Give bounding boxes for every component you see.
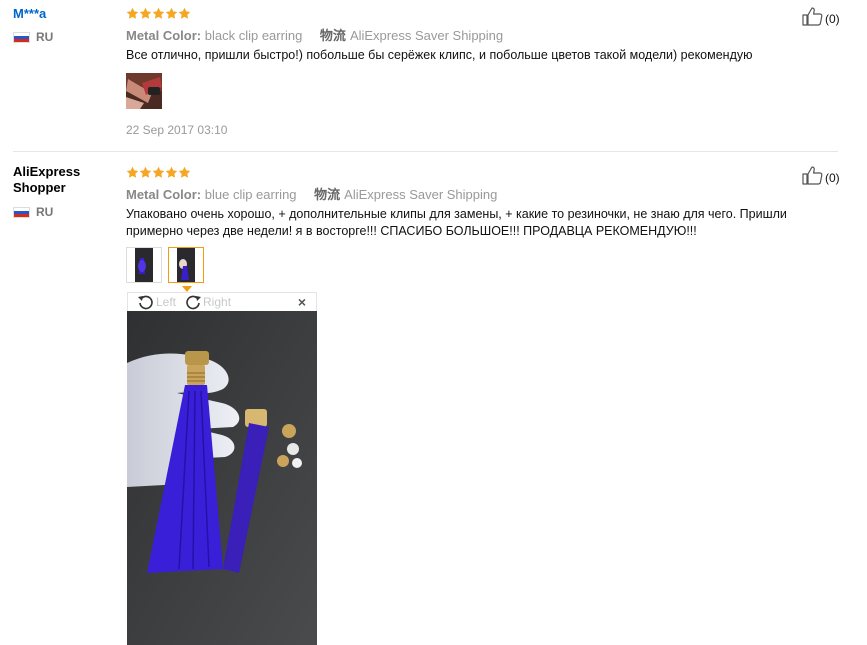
reviewer-name[interactable]: AliExpress Shopper: [13, 164, 103, 196]
helpful-count: (0): [825, 12, 840, 26]
review-text: Упаковано очень хорошо, + дополнительные…: [126, 207, 787, 238]
review-photo-thumbnail-selected[interactable]: [168, 247, 204, 283]
reviewer-country: RU: [13, 205, 53, 219]
rotate-right-button[interactable]: Right: [184, 294, 231, 310]
rating-stars: [126, 166, 191, 179]
review-text: Все отлично, пришли быстро!) побольше бы…: [126, 48, 753, 62]
star-icon: [165, 166, 178, 179]
star-icon: [126, 7, 139, 20]
attr-label: Metal Color:: [126, 187, 202, 202]
review-photo-enlarged: [127, 311, 317, 645]
review-divider: [13, 151, 838, 152]
thumbs-up-icon: [801, 6, 823, 26]
star-icon: [139, 7, 152, 20]
country-code: RU: [36, 30, 54, 44]
star-icon: [165, 7, 178, 20]
attr-value: blue clip earring: [204, 187, 297, 202]
reviewer-name[interactable]: M***a: [13, 6, 46, 21]
star-icon: [152, 7, 165, 20]
rotate-left-label: Left: [156, 295, 177, 309]
star-icon: [126, 166, 139, 179]
rotate-left-button[interactable]: Left: [137, 294, 176, 310]
star-icon: [178, 7, 191, 20]
country-code: RU: [36, 205, 54, 219]
russia-flag-icon: [13, 31, 30, 43]
attr-label: Metal Color:: [126, 28, 202, 43]
rating-stars: [126, 7, 191, 20]
image-viewer-toolbar: Left Right ×: [127, 292, 317, 311]
rotate-left-icon: [138, 295, 153, 310]
shipping-method: AliExpress Saver Shipping: [344, 187, 498, 202]
rotate-right-icon: [186, 295, 202, 310]
review-photo-thumbnail[interactable]: [126, 247, 162, 283]
logistics-icon: 物流: [319, 28, 346, 43]
helpful-button[interactable]: (0): [801, 165, 840, 185]
helpful-count: (0): [825, 171, 840, 185]
review-date: 22 Sep 2017 03:10: [126, 123, 228, 137]
logistics-icon: 物流: [314, 187, 341, 202]
reviewer-country: RU: [13, 30, 53, 44]
helpful-button[interactable]: (0): [801, 6, 840, 26]
russia-flag-icon: [13, 206, 30, 218]
review-photo-thumbnail[interactable]: [126, 73, 162, 109]
rotate-right-label: Right: [203, 295, 232, 309]
star-icon: [139, 166, 152, 179]
star-icon: [178, 166, 191, 179]
close-icon[interactable]: ×: [298, 294, 306, 310]
order-attributes: Metal Color: blue clip earring 物流 AliExpr…: [126, 184, 497, 203]
order-attributes: Metal Color: black clip earring 物流 AliExp…: [126, 25, 503, 44]
star-icon: [152, 166, 165, 179]
attr-value: black clip earring: [204, 28, 303, 43]
thumbs-up-icon: [801, 165, 823, 185]
shipping-method: AliExpress Saver Shipping: [349, 28, 504, 43]
